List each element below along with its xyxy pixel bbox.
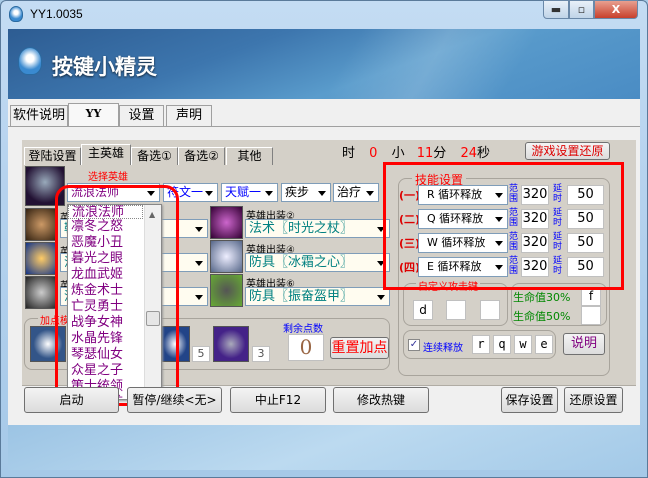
continuous-key-input[interactable]: w [514, 335, 532, 354]
item-select[interactable]: 法术〖时光之杖〗 [245, 219, 390, 238]
spell2-select-value: 治疗 [337, 185, 362, 199]
timer-hours: 0 [369, 146, 378, 161]
continuous-label: 连续释放 [423, 343, 463, 354]
attack-key-input[interactable] [480, 300, 500, 320]
restore-settings-button[interactable]: 还原设置 [564, 387, 623, 413]
hp50-label: 生命值50% [513, 310, 571, 323]
window-title: YY1.0035 [30, 7, 83, 21]
tab-backup-1[interactable]: 备选① [131, 147, 178, 165]
chevron-down-icon [366, 191, 374, 196]
window-bottom-frame [8, 425, 640, 470]
chevron-down-icon [195, 295, 203, 300]
talent-select-value: 天赋一 [225, 185, 262, 199]
reset-game-settings-button[interactable]: 游戏设置还原 [525, 142, 610, 160]
timer: 时 0 小 11分 24秒 [342, 142, 490, 161]
chevron-down-icon [318, 191, 326, 196]
continuous-key-input[interactable]: e [535, 335, 553, 354]
timer-second-unit: 秒 [476, 146, 490, 161]
item-icon [210, 206, 243, 239]
close-button[interactable]: X [594, 0, 638, 19]
pause-button[interactable]: 暂停/继续<无> [127, 387, 222, 413]
item-select[interactable]: 防具〖振奋盔甲〗 [245, 287, 390, 306]
highlight-box [383, 162, 624, 290]
continuous-checkbox[interactable]: ✓ [408, 339, 420, 351]
item-select-value: 防具〖振奋盔甲〗 [249, 289, 354, 304]
highlight-box [55, 185, 179, 406]
item-select-value: 防具〖冰霜之心〗 [249, 255, 354, 270]
chevron-down-icon [265, 191, 273, 196]
skill-points-count: 3 [252, 346, 270, 362]
hp30-label: 生命值30% [513, 291, 571, 304]
tab-other[interactable]: 其他 [226, 147, 273, 165]
minimize-button[interactable]: ▬ [543, 0, 569, 19]
chevron-down-icon [195, 227, 203, 232]
chevron-down-icon [205, 191, 213, 196]
maximize-button[interactable]: ▫ [569, 0, 594, 19]
remaining-points-value: 0 [288, 334, 324, 361]
tab-settings[interactable]: 设置 [119, 105, 164, 126]
chevron-down-icon [377, 295, 385, 300]
banner: 按键小精灵 [8, 29, 640, 99]
help-button[interactable]: 说明 [563, 333, 605, 355]
continuous-key-input[interactable]: r [472, 335, 490, 354]
item-icon [210, 274, 243, 307]
reset-points-button[interactable]: 重置加点 [330, 337, 389, 359]
tab-software-info[interactable]: 软件说明 [10, 105, 68, 126]
tab-divider [8, 126, 640, 127]
timer-seconds: 24 [460, 146, 477, 161]
tab-yy[interactable]: YY [68, 103, 119, 126]
hotkey-button[interactable]: 修改热键 [333, 387, 429, 413]
item-icon [210, 240, 243, 273]
hp50-key-input[interactable] [581, 306, 601, 325]
timer-hour-label: 时 [342, 146, 356, 161]
tab-main-hero[interactable]: 主英雄 [81, 144, 131, 165]
item-select[interactable]: 防具〖冰霜之心〗 [245, 253, 390, 272]
skill-points-count: 5 [192, 346, 210, 362]
continuous-key-input[interactable]: q [493, 335, 511, 354]
spell2-select[interactable]: 治疗 [333, 183, 379, 202]
app-icon [9, 6, 23, 22]
tab-backup-2[interactable]: 备选② [178, 147, 225, 165]
item-icon [25, 276, 58, 309]
talent-select[interactable]: 天赋一 [221, 183, 278, 202]
start-button[interactable]: 启动 [24, 387, 119, 413]
item-icon [25, 242, 58, 275]
item-icon [25, 208, 58, 241]
select-hero-label: 选择英雄 [88, 172, 128, 183]
remaining-points-label: 剩余点数 [283, 324, 323, 335]
spell1-select-value: 疾步 [285, 185, 310, 199]
logo-text: 按键小精灵 [52, 55, 157, 79]
skill-icon [213, 326, 249, 362]
attack-key-input[interactable]: d [413, 300, 433, 320]
attack-key-input[interactable] [446, 300, 466, 320]
tab-statement[interactable]: 声明 [166, 105, 212, 126]
logo-icon [18, 47, 42, 75]
timer-hour-unit: 小 [391, 146, 405, 161]
timer-minute-unit: 分 [433, 146, 447, 161]
save-settings-button[interactable]: 保存设置 [501, 387, 558, 413]
chevron-down-icon [195, 261, 203, 266]
item-select-value: 法术〖时光之杖〗 [249, 221, 354, 236]
spell1-select[interactable]: 疾步 [281, 183, 331, 202]
timer-minutes: 11 [416, 146, 434, 161]
tab-login-settings[interactable]: 登陆设置 [24, 147, 81, 165]
stop-button[interactable]: 中止F12 [230, 387, 326, 413]
